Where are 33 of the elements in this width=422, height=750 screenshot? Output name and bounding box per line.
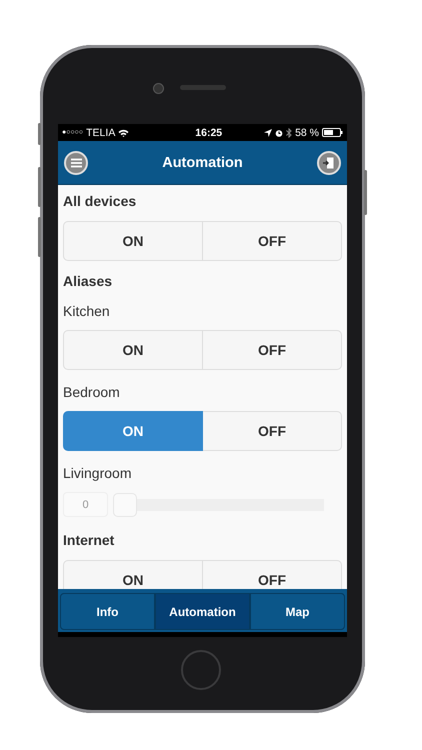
door-arrow-icon: [323, 156, 334, 168]
tab[interactable]: Map: [250, 593, 345, 630]
toggle-button[interactable]: ON: [63, 560, 203, 589]
section-heading: Internet: [63, 532, 116, 548]
speaker-grille: [180, 85, 226, 90]
battery-percent: 58 %: [295, 126, 319, 138]
clock-time: 16:25: [195, 126, 222, 138]
battery-icon: [322, 128, 343, 137]
page-title: Automation: [162, 154, 243, 170]
wifi-icon: [118, 128, 130, 136]
location-arrow-icon: [264, 128, 272, 136]
tab[interactable]: Info: [60, 593, 155, 630]
menu-icon: [70, 158, 82, 168]
device-label: Kitchen: [63, 303, 111, 319]
toggle-button[interactable]: OFF: [203, 411, 342, 451]
device-label: Livingroom: [63, 465, 132, 481]
toggle-button[interactable]: ON: [63, 411, 203, 451]
tab[interactable]: Automation: [155, 593, 250, 630]
section-heading: Aliases: [63, 273, 114, 289]
camera-icon: [153, 83, 164, 94]
toggle-button[interactable]: OFF: [203, 221, 342, 261]
toggle-button[interactable]: OFF: [203, 560, 342, 589]
bluetooth-icon: [286, 128, 292, 138]
menu-button[interactable]: [64, 150, 88, 174]
section-heading: All devices: [63, 193, 138, 209]
home-button[interactable]: [181, 650, 221, 690]
toggle-button[interactable]: ON: [63, 330, 203, 370]
device-label: Bedroom: [63, 384, 121, 400]
toggle-button[interactable]: ON: [63, 221, 203, 261]
carrier-name: TELIA: [86, 126, 116, 138]
toggle-button[interactable]: OFF: [203, 330, 342, 370]
alarm-clock-icon: [275, 128, 284, 136]
logout-button[interactable]: [316, 150, 341, 174]
